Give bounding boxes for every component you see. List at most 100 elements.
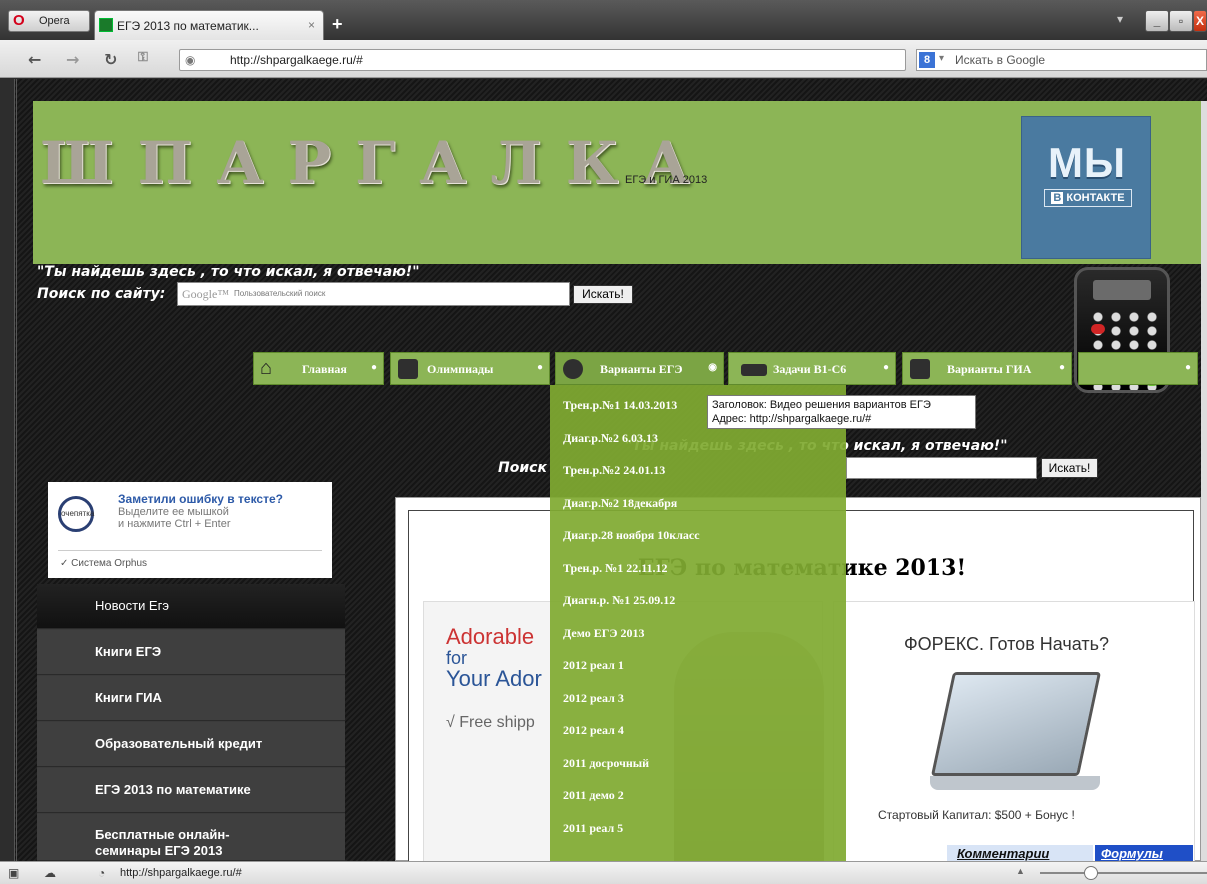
home-icon: ⌂ xyxy=(260,357,273,379)
dropdown-item[interactable]: Трен.р.№1 14.03.2013 xyxy=(563,398,677,413)
site-subtitle: ЕГЭ и ГИА 2013 xyxy=(625,174,708,186)
ad-line-1: Adorable xyxy=(446,624,535,649)
menu-item-ege-variants[interactable]: Варианты ЕГЭ ◉ xyxy=(555,352,724,385)
site-favicon-icon xyxy=(99,18,113,32)
browser-search-field[interactable]: 8 ▾ Искать в Google xyxy=(916,49,1207,71)
back-arrow-icon[interactable]: ← xyxy=(28,50,41,69)
browser-title-bar: O Opera ЕГЭ 2013 по математик... × + ▾ _… xyxy=(0,0,1207,40)
site-info-icon[interactable]: ◉ xyxy=(185,53,201,67)
sidebar-item-label: ЕГЭ 2013 по математике xyxy=(95,782,251,797)
tab-title: ЕГЭ 2013 по математик... xyxy=(117,19,259,33)
opera-menu-button[interactable]: O Opera xyxy=(8,10,90,32)
orphus-footer: ✓ Система Orphus xyxy=(60,558,148,569)
laptop-base xyxy=(930,776,1100,790)
magnifier-icon: очепятка xyxy=(58,496,94,532)
dropdown-item[interactable]: 2011 демо 2 xyxy=(563,788,624,803)
vk-logo-icon: В xyxy=(1051,192,1064,204)
dropdown-item[interactable]: 2012 реал 1 xyxy=(563,658,624,673)
dropdown-item[interactable]: Трен.р.№2 24.01.13 xyxy=(563,463,665,478)
orphus-hint: Выделите ее мышкой и нажмите Ctrl + Enter xyxy=(118,506,230,530)
opera-logo-icon: O xyxy=(13,12,25,29)
sidebar-item-news[interactable]: Новости Егэ xyxy=(37,584,345,629)
tab-active[interactable]: ЕГЭ 2013 по математик... × xyxy=(94,10,324,40)
google-engine-icon[interactable]: 8 xyxy=(919,52,935,68)
dropdown-item[interactable]: 2012 реал 4 xyxy=(563,723,624,738)
orphus-hint-line1: Выделите ее мышкой xyxy=(118,506,229,518)
panel-toggle-icon[interactable]: ▣ xyxy=(8,866,19,880)
web-page: ШПАРГАЛКА ЕГЭ и ГИА 2013 МЫ В КОНТАКТЕ "Т… xyxy=(0,79,1207,861)
close-window-button[interactable]: X xyxy=(1193,10,1207,32)
dropdown-item[interactable]: Диаг.р.№2 18декабря xyxy=(563,496,677,511)
pencil-icon xyxy=(563,359,583,379)
sidebar-item-ege-books[interactable]: Книги ЕГЭ xyxy=(37,630,345,675)
orphus-hint-line2: и нажмите Ctrl + Enter xyxy=(118,518,231,530)
ad-line-4: √ Free shipp xyxy=(446,714,535,731)
divider xyxy=(58,550,322,551)
menu-item-gia-variants[interactable]: Варианты ГИА ● xyxy=(902,352,1072,385)
menu-item-label: Задачи В1-С6 xyxy=(773,362,847,376)
forex-headline: ФОРЕКС. Готов Начать? xyxy=(904,634,1109,654)
menu-item-home[interactable]: ⌂ Главная ● xyxy=(253,352,384,385)
engine-chevron-icon[interactable]: ▾ xyxy=(939,53,944,64)
sidebar-item-seminars[interactable]: Бесплатные онлайн-семинары ЕГЭ 2013 xyxy=(37,814,345,861)
dropdown-item[interactable]: Диагн.р. №1 25.09.12 xyxy=(563,593,675,608)
comments-link[interactable]: Комментарии xyxy=(947,845,1093,861)
menu-item-tasks[interactable]: Задачи В1-С6 ● xyxy=(728,352,896,385)
calculator-red-key xyxy=(1091,324,1105,334)
sidebar-item-label: Книги ЕГЭ xyxy=(95,644,162,659)
edit-icon xyxy=(910,359,930,379)
menu-item-dot: ● xyxy=(1058,362,1065,373)
formulas-link[interactable]: Формулы xyxy=(1095,845,1193,861)
key-icon[interactable]: ⚿ xyxy=(138,50,148,65)
dropdown-item[interactable]: 2011 досрочный xyxy=(563,756,649,771)
site-slogan: "Ты найдешь здесь , то что искал, я отве… xyxy=(37,264,420,280)
zoom-up-icon[interactable]: ▲ xyxy=(1016,866,1025,876)
dropdown-item[interactable]: 2011 реал 5 xyxy=(563,821,623,836)
tooltip-title: Заголовок: Видео решения вариантов ЕГЭ xyxy=(712,399,931,411)
dropdown-item[interactable]: Диаг.р.№2 6.03.13 xyxy=(563,431,658,446)
dropdown-item[interactable]: Демо ЕГЭ 2013 xyxy=(563,626,645,641)
menu-item-dot: ● xyxy=(370,362,377,373)
tab-close-icon[interactable]: × xyxy=(308,18,315,32)
sidebar-item-education-loan[interactable]: Образовательный кредит xyxy=(37,722,345,767)
tab-list-chevron-icon[interactable]: ▾ xyxy=(1117,12,1123,26)
vkontakte-badge[interactable]: МЫ В КОНТАКТЕ xyxy=(1021,116,1151,259)
sidebar-item-gia-books[interactable]: Книги ГИА xyxy=(37,676,345,721)
menu-item-dot: ● xyxy=(1184,362,1191,373)
url-field[interactable]: ◉ http://shpargalkaege.ru/# xyxy=(179,49,906,71)
sidebar-item-label: Новости Егэ xyxy=(95,598,169,613)
menu-item-label: Олимпиады xyxy=(427,362,494,376)
maximize-button[interactable]: ▫ xyxy=(1169,10,1193,32)
cloud-icon[interactable]: ☁ xyxy=(44,866,56,880)
dropdown-item[interactable]: Диаг.р.28 ноября 10класс xyxy=(563,528,700,543)
sidebar-item-label: Бесплатные онлайн-семинары ЕГЭ 2013 xyxy=(95,827,230,858)
site-search-button[interactable]: Искать! xyxy=(573,285,633,304)
menu-item-label: Варианты ЕГЭ xyxy=(600,362,683,376)
site-search-input-repeat[interactable] xyxy=(846,457,1037,479)
menu-item-label: Варианты ГИА xyxy=(947,362,1032,376)
forex-ad[interactable]: ФОРЕКС. Готов Начать? Стартовый Капитал:… xyxy=(833,601,1195,861)
zoom-slider[interactable] xyxy=(1040,866,1207,880)
orphus-widget[interactable]: очепятка Заметили ошибку в тексте? Выдел… xyxy=(48,482,332,578)
menu-item-more[interactable]: ● xyxy=(1078,352,1198,385)
loading-icon: ◔ xyxy=(98,866,106,880)
sidebar-item-ege-math[interactable]: ЕГЭ 2013 по математике xyxy=(37,768,345,813)
site-search-button-repeat[interactable]: Искать! xyxy=(1041,458,1098,478)
site-logo[interactable]: ШПАРГАЛКА xyxy=(40,129,714,197)
orphus-footer-text: Система Orphus xyxy=(71,558,148,569)
minimize-button[interactable]: _ xyxy=(1145,10,1169,32)
ad-line-3: Your Ador xyxy=(446,666,542,691)
forward-arrow-icon[interactable]: → xyxy=(66,50,79,69)
site-search-label: Поиск по сайту: xyxy=(37,286,166,302)
dropdown-item[interactable]: Трен.р. №1 22.11.12 xyxy=(563,561,668,576)
menu-item-dot: ● xyxy=(882,362,889,373)
menu-item-dot: ◉ xyxy=(708,362,717,373)
site-search-input[interactable]: Google™ Пользовательский поиск xyxy=(177,282,570,306)
menu-item-olympiads[interactable]: Олимпиады ● xyxy=(390,352,550,385)
dropdown-item[interactable]: 2012 реал 3 xyxy=(563,691,624,706)
site-search-label-repeat: Поиск xyxy=(498,460,547,476)
zoom-slider-handle[interactable] xyxy=(1084,866,1098,880)
page-scrollbar[interactable] xyxy=(1201,101,1207,861)
reload-icon[interactable]: ↻ xyxy=(104,50,117,69)
new-tab-button[interactable]: + xyxy=(332,14,343,35)
